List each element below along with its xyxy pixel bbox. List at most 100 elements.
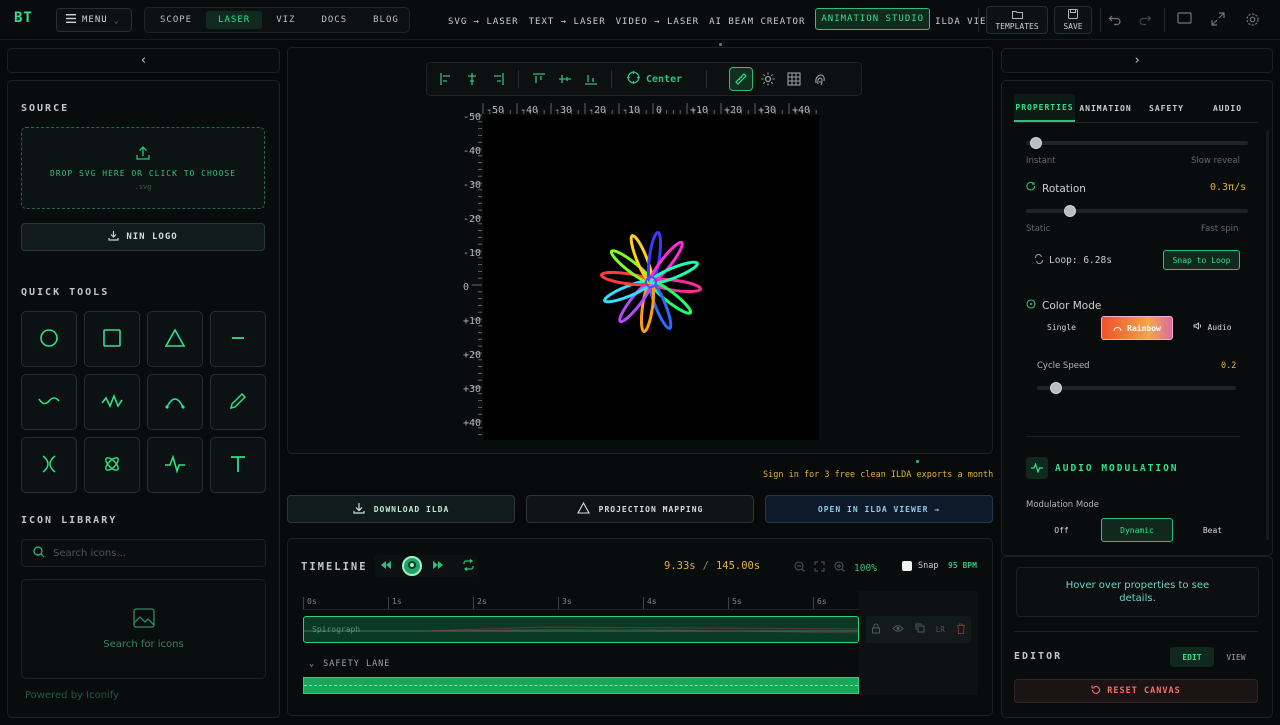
save-button[interactable]: SAVE — [1054, 6, 1092, 34]
templates-button[interactable]: TEMPLATES — [986, 6, 1048, 34]
nav-video-laser[interactable]: VIDEO → LASER — [616, 17, 699, 27]
pen-icon — [228, 391, 248, 414]
circle-tool-button[interactable] — [21, 311, 77, 367]
reset-canvas-button[interactable]: RESET CANVAS — [1014, 679, 1258, 703]
color-mode-single[interactable]: Single — [1026, 316, 1097, 338]
fullscreen-icon[interactable] — [1211, 12, 1227, 28]
ruler-icon[interactable] — [729, 67, 754, 91]
snap-toggle[interactable]: Snap — [902, 561, 938, 571]
tab-laser[interactable]: LASER — [206, 11, 263, 29]
zoom-out-icon[interactable] — [794, 561, 805, 575]
mod-mode-dynamic[interactable]: Dynamic — [1101, 518, 1173, 542]
text-tool-button[interactable] — [210, 437, 266, 493]
comment-icon[interactable] — [1177, 12, 1193, 28]
flower-tool-button[interactable] — [84, 437, 140, 493]
tab-safety[interactable]: SAFETY — [1136, 94, 1197, 122]
snap-to-loop-button[interactable]: Snap to Loop — [1163, 250, 1240, 270]
bpm-readout[interactable]: 95 BPM — [948, 561, 977, 570]
grid-icon[interactable] — [783, 68, 805, 90]
safety-lane-track[interactable] — [303, 677, 859, 694]
pen-tool-button[interactable] — [210, 374, 266, 430]
align-bottom-icon[interactable] — [580, 68, 602, 90]
eye-icon[interactable] — [892, 624, 904, 636]
align-center-h-icon[interactable] — [461, 68, 483, 90]
tab-docs[interactable]: DOCS — [309, 11, 359, 29]
powered-by-iconify[interactable]: Powered by Iconify — [25, 690, 119, 701]
nav-ai-beam-creator[interactable]: AI BEAM CREATOR — [709, 17, 805, 27]
lissajous-tool-button[interactable] — [21, 437, 77, 493]
center-button[interactable]: Center — [621, 71, 688, 87]
rotation-slider-track[interactable] — [1026, 209, 1248, 213]
reveal-slider-track[interactable] — [1026, 141, 1248, 145]
lock-icon[interactable] — [871, 623, 881, 637]
zoom-in-icon[interactable] — [834, 561, 845, 575]
tab-animation[interactable]: ANIMATION — [1075, 94, 1136, 122]
right-collapse-button[interactable]: › — [1001, 48, 1273, 73]
timeline-clip[interactable]: Spirograph — [303, 616, 859, 643]
fingerprint-icon[interactable] — [809, 68, 831, 90]
nav-animation-studio[interactable]: ANIMATION STUDIO — [815, 8, 931, 30]
projection-mapping-button[interactable]: PROJECTION MAPPING — [526, 495, 754, 523]
tab-audio[interactable]: AUDIO — [1197, 94, 1258, 122]
snap-checkbox[interactable] — [902, 561, 912, 571]
loop-icon[interactable] — [462, 558, 475, 574]
tab-properties[interactable]: PROPERTIES — [1014, 94, 1075, 122]
laser-canvas-area[interactable]: -50 -40 -30 -20 -10 0 +10 +20 +30 +40 -50 -40 -30 -2… — [462, 103, 819, 449]
icon-search-input[interactable]: Search icons... — [53, 548, 126, 559]
align-top-icon[interactable] — [528, 68, 550, 90]
cycle-speed-track[interactable] — [1037, 386, 1236, 390]
rotation-slider-knob[interactable] — [1063, 205, 1076, 217]
arc-tool-button[interactable] — [147, 374, 203, 430]
undo-icon[interactable] — [1108, 12, 1124, 28]
ruler-x-label: -50 — [486, 105, 504, 116]
left-collapse-button[interactable]: ‹ — [7, 48, 280, 73]
rotation-max-label: Fast spin — [1201, 224, 1239, 234]
trash-icon[interactable] — [956, 623, 966, 637]
square-tool-button[interactable] — [84, 311, 140, 367]
app-logo[interactable]: BT — [14, 10, 33, 26]
align-center-v-icon[interactable] — [554, 68, 576, 90]
wave-tool-button[interactable] — [21, 374, 77, 430]
gear-icon[interactable] — [1245, 12, 1261, 28]
play-button[interactable] — [402, 556, 422, 576]
color-mode-rainbow[interactable]: Rainbow — [1101, 316, 1173, 340]
editor-mode-view[interactable]: VIEW — [1214, 647, 1258, 667]
rewind-icon[interactable] — [380, 560, 392, 573]
open-ilda-viewer-button[interactable]: OPEN IN ILDA VIEWER → — [765, 495, 993, 523]
svg-dropzone[interactable]: DROP SVG HERE OR CLICK TO CHOOSE .svg — [21, 127, 265, 209]
mod-mode-off[interactable]: Off — [1026, 519, 1097, 541]
line-tool-button[interactable] — [210, 311, 266, 367]
fast-forward-icon[interactable] — [432, 560, 444, 573]
zigzag-tool-button[interactable] — [84, 374, 140, 430]
redo-icon[interactable] — [1138, 12, 1154, 28]
tab-blog[interactable]: BLOG — [361, 11, 411, 29]
laser-canvas[interactable]: -50 -40 -30 -20 -10 0 +10 +20 +30 +40 -50 -40 -30 -2… — [462, 103, 819, 449]
color-mode-audio[interactable]: Audio — [1177, 316, 1248, 338]
properties-scrollbar[interactable] — [1266, 130, 1269, 540]
mod-mode-beat[interactable]: Beat — [1177, 519, 1248, 541]
align-right-icon[interactable] — [487, 68, 509, 90]
resize-dot — [719, 43, 722, 46]
icon-search-field[interactable]: Search icons... — [21, 539, 266, 567]
pulse-tool-button[interactable] — [147, 437, 203, 493]
cycle-speed-knob[interactable] — [1050, 382, 1063, 394]
ruler-y-label: +40 — [463, 418, 481, 429]
safety-lane-header[interactable]: ⌄ SAFETY LANE — [309, 659, 390, 669]
triangle-tool-button[interactable] — [147, 311, 203, 367]
lr-toggle[interactable]: LR — [936, 625, 945, 634]
copy-icon[interactable] — [915, 623, 925, 636]
color-mode-row: Color Mode — [1026, 299, 1101, 312]
menu-button[interactable]: MENU ⌄ — [56, 8, 132, 32]
nav-svg-laser[interactable]: SVG → LASER — [448, 17, 519, 27]
editor-mode-edit[interactable]: EDIT — [1170, 647, 1214, 667]
align-left-icon[interactable] — [435, 68, 457, 90]
ruler-x-label: 0 — [656, 105, 662, 116]
nin-logo-button[interactable]: NIN LOGO — [21, 223, 265, 251]
tab-scope[interactable]: SCOPE — [148, 11, 204, 29]
download-ilda-button[interactable]: DOWNLOAD ILDA — [287, 495, 515, 523]
sign-in-note[interactable]: Sign in for 3 free clean ILDA exports a … — [763, 470, 993, 480]
tab-viz[interactable]: VIZ — [264, 11, 307, 29]
fit-icon[interactable] — [814, 561, 825, 575]
sun-icon[interactable] — [757, 68, 779, 90]
nav-text-laser[interactable]: TEXT → LASER — [529, 17, 606, 27]
